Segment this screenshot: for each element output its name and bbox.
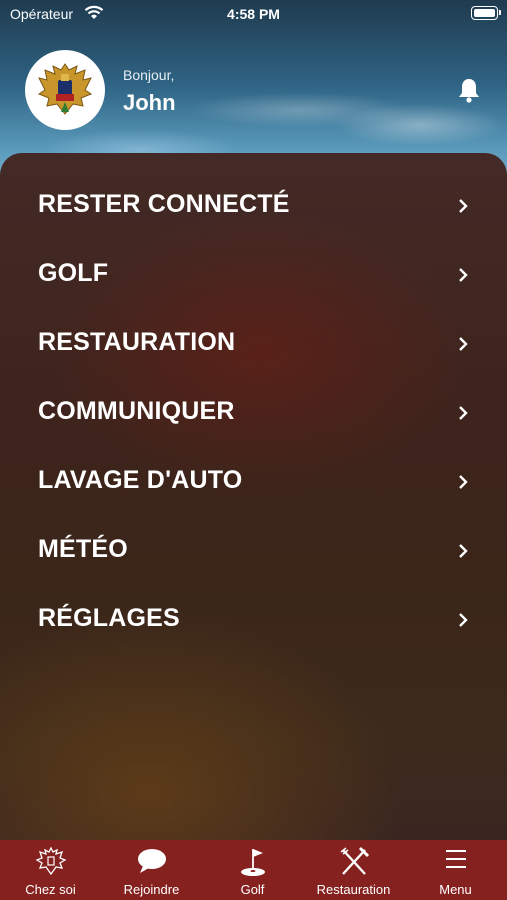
menu-item-label: RESTAURATION xyxy=(38,328,236,356)
menu-item-golf[interactable]: GOLF xyxy=(0,245,507,305)
chevron-right-icon xyxy=(455,611,471,634)
menu-item-lavage-auto[interactable]: LAVAGE D'AUTO xyxy=(0,452,507,512)
tab-restauration[interactable]: Restauration xyxy=(303,840,404,900)
menu-item-reglages[interactable]: RÉGLAGES xyxy=(0,590,507,650)
tab-label: Golf xyxy=(240,882,265,897)
menu-item-communiquer[interactable]: COMMUNIQUER xyxy=(0,383,507,443)
chevron-right-icon xyxy=(455,197,471,220)
tab-label: Rejoindre xyxy=(123,882,180,897)
tab-bar: Chez soi Rejoindre Golf Restauration Men… xyxy=(0,840,507,900)
club-crest-avatar[interactable] xyxy=(25,50,105,130)
menu-item-meteo[interactable]: MÉTÉO xyxy=(0,521,507,581)
header: Bonjour, John xyxy=(0,45,507,135)
tab-label: Restauration xyxy=(316,882,391,897)
golf-flag-icon xyxy=(202,846,303,876)
menu-item-rester-connecte[interactable]: RESTER CONNECTÉ xyxy=(0,176,507,236)
tab-menu[interactable]: Menu xyxy=(404,840,507,900)
tab-label: Menu xyxy=(439,882,472,897)
chevron-right-icon xyxy=(455,335,471,358)
greeting-text: Bonjour, xyxy=(123,67,175,83)
crest-icon xyxy=(0,846,101,876)
crest-logo-icon xyxy=(37,63,93,115)
menu-item-restauration[interactable]: RESTAURATION xyxy=(0,314,507,374)
tab-label: Chez soi xyxy=(25,882,76,897)
menu-item-label: COMMUNIQUER xyxy=(38,397,235,425)
battery-icon xyxy=(471,6,501,20)
status-bar: Opérateur 4:58 PM xyxy=(0,0,507,30)
menu-item-label: RÉGLAGES xyxy=(38,604,180,632)
menu-item-label: MÉTÉO xyxy=(38,535,128,563)
bell-icon[interactable] xyxy=(457,77,481,108)
chevron-right-icon xyxy=(455,473,471,496)
chevron-right-icon xyxy=(455,404,471,427)
menu-item-label: GOLF xyxy=(38,259,109,287)
chevron-right-icon xyxy=(455,542,471,565)
chevron-right-icon xyxy=(455,266,471,289)
menu-item-label: LAVAGE D'AUTO xyxy=(38,466,243,494)
chat-bubble-icon xyxy=(101,846,202,876)
tab-rejoindre[interactable]: Rejoindre xyxy=(101,840,202,900)
tab-golf[interactable]: Golf xyxy=(202,840,303,900)
clock: 4:58 PM xyxy=(227,6,280,22)
fork-knife-icon xyxy=(303,846,404,876)
hamburger-icon xyxy=(404,846,507,876)
main-menu-panel: RESTER CONNECTÉ GOLF RESTAURATION COMMUN… xyxy=(0,153,507,840)
menu-item-label: RESTER CONNECTÉ xyxy=(38,190,290,218)
tab-chez-soi[interactable]: Chez soi xyxy=(0,840,101,900)
user-name: John xyxy=(123,90,176,115)
